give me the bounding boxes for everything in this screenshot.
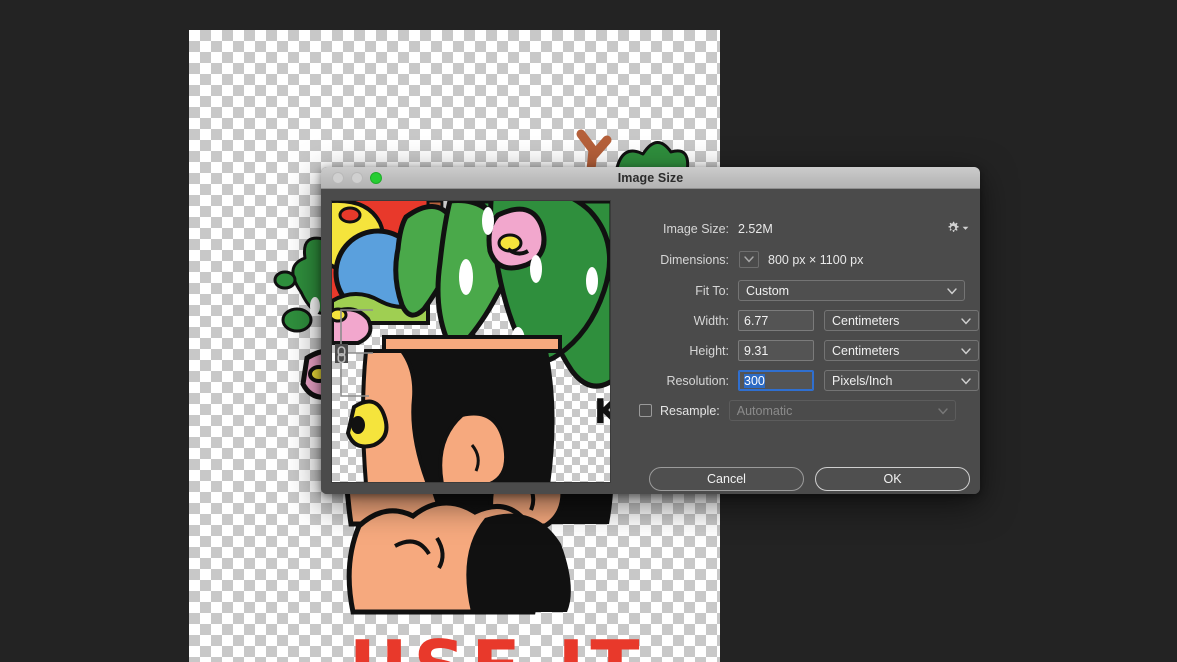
dimensions-value: 800 px × 1100 px [768, 253, 863, 267]
resolution-input[interactable]: 300 [738, 370, 814, 391]
constrain-proportions-link-icon[interactable] [329, 307, 381, 399]
image-size-form: Image Size: 2.52M Dimensions: 800 px × 1… [621, 189, 980, 494]
chevron-down-icon [962, 226, 969, 231]
height-unit-value: Centimeters [832, 344, 899, 358]
dimensions-chevron-down-icon[interactable] [739, 251, 759, 268]
gear-icon [946, 221, 960, 235]
screen: USE IT Image Size [0, 0, 1177, 662]
resample-row: Resample: Automatic [621, 400, 980, 421]
resolution-value: 300 [744, 374, 765, 388]
ok-button[interactable]: OK [815, 467, 970, 491]
dialog-title: Image Size [321, 171, 980, 185]
chevron-down-icon [744, 256, 754, 263]
close-button[interactable] [332, 172, 344, 184]
width-row: Width: 6.77 Centimeters [621, 310, 980, 331]
resample-method-value: Automatic [737, 404, 793, 418]
width-label: Width: [621, 314, 729, 328]
dimensions-label: Dimensions: [621, 253, 729, 267]
chevron-down-icon [938, 404, 948, 418]
dialog-body: K Image Size: 2.52M Dimensions: [321, 189, 980, 494]
image-size-dialog[interactable]: Image Size [321, 167, 980, 494]
image-size-value: 2.52M [738, 222, 773, 236]
fit-to-value: Custom [746, 284, 789, 298]
image-size-label: Image Size: [621, 222, 729, 236]
width-unit-select[interactable]: Centimeters [824, 310, 979, 331]
chevron-down-icon [961, 374, 971, 388]
width-input[interactable]: 6.77 [738, 310, 814, 331]
height-input[interactable]: 9.31 [738, 340, 814, 361]
resolution-label: Resolution: [621, 374, 729, 388]
cancel-button[interactable]: Cancel [649, 467, 804, 491]
options-gear-button[interactable] [946, 219, 972, 237]
resolution-unit-select[interactable]: Pixels/Inch [824, 370, 979, 391]
minimize-button[interactable] [351, 172, 363, 184]
chevron-down-icon [947, 284, 957, 298]
height-value: 9.31 [744, 344, 768, 358]
resolution-unit-value: Pixels/Inch [832, 374, 892, 388]
dimensions-row: Dimensions: 800 px × 1100 px [621, 251, 966, 268]
window-controls[interactable] [321, 172, 382, 184]
resolution-row: Resolution: 300 Pixels/Inch [621, 370, 980, 391]
resample-method-select[interactable]: Automatic [729, 400, 956, 421]
fit-to-select[interactable]: Custom [738, 280, 965, 301]
chevron-down-icon [961, 314, 971, 328]
image-size-row: Image Size: 2.52M [621, 222, 966, 236]
dialog-titlebar[interactable]: Image Size [321, 167, 980, 189]
zoom-button[interactable] [370, 172, 382, 184]
width-unit-value: Centimeters [832, 314, 899, 328]
resample-checkbox[interactable] [639, 404, 652, 417]
chevron-down-icon [961, 344, 971, 358]
svg-text:K: K [594, 392, 611, 432]
fit-to-label: Fit To: [621, 284, 729, 298]
height-label: Height: [621, 344, 729, 358]
height-row: Height: 9.31 Centimeters [621, 340, 980, 361]
height-unit-select[interactable]: Centimeters [824, 340, 979, 361]
resample-label: Resample: [660, 404, 720, 418]
fit-to-row: Fit To: Custom [621, 280, 980, 301]
svg-text:USE IT: USE IT [349, 625, 645, 662]
width-value: 6.77 [744, 314, 768, 328]
